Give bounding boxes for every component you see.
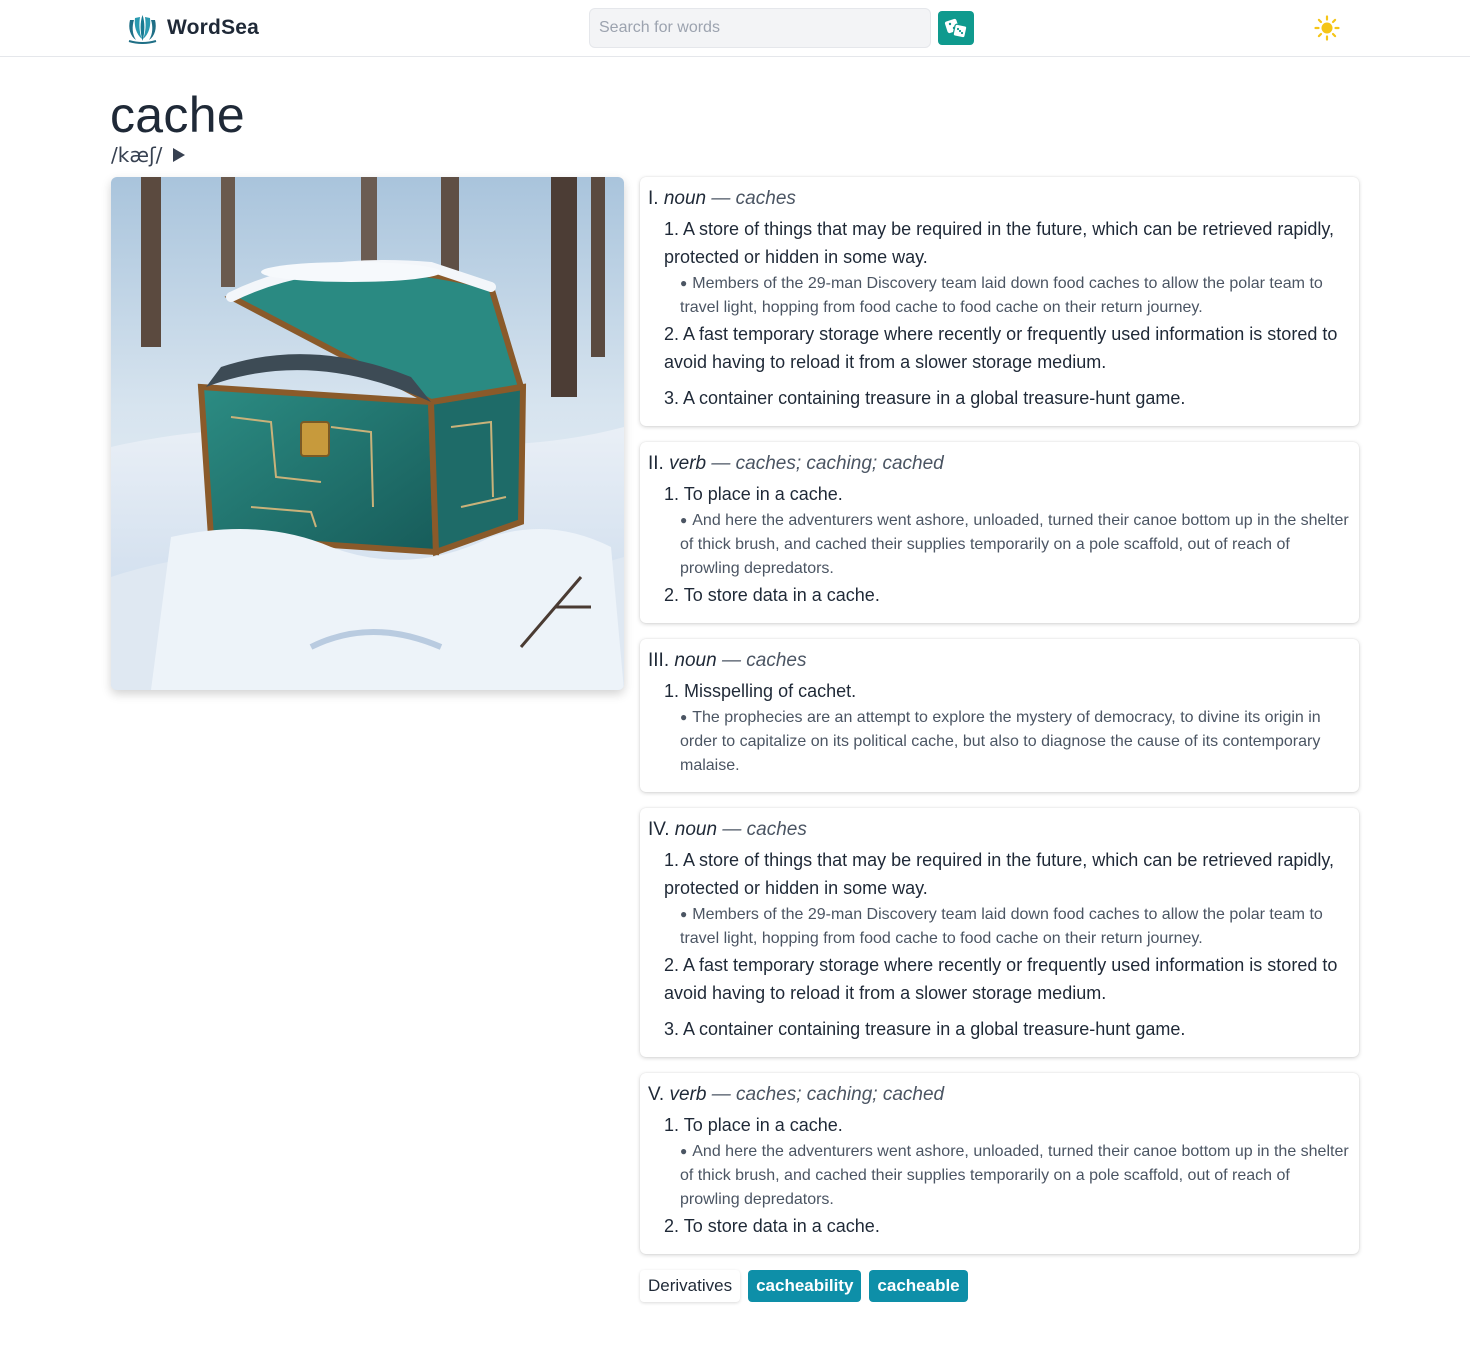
sense-item: 1. To place in a cache. xyxy=(648,1111,1349,1139)
usage-example: ● And here the adventurers went ashore, u… xyxy=(680,512,1349,577)
sense-text: A container containing treasure in a glo… xyxy=(683,1019,1186,1039)
definition-numeral: III. xyxy=(648,650,670,671)
part-of-speech-heading: III. noun — caches xyxy=(648,649,1349,673)
inflected-forms: — caches; caching; cached xyxy=(711,453,944,474)
part-of-speech-heading: I. noun — caches xyxy=(648,187,1349,211)
word-illustration xyxy=(111,177,624,690)
usage-example: ● Members of the 29-man Discovery team la… xyxy=(680,906,1323,947)
part-of-speech-heading: V. verb — caches; caching; cached xyxy=(648,1083,1349,1107)
part-of-speech: noun xyxy=(674,650,717,671)
sense-item: 2. A fast temporary storage where recent… xyxy=(648,320,1349,376)
sense-text: A store of things that may be required i… xyxy=(664,219,1335,267)
word-title: cache xyxy=(110,87,245,143)
sense-text: To store data in a cache. xyxy=(683,1216,880,1236)
sense-number: 2. xyxy=(664,1216,680,1236)
logo-link[interactable]: WordSea xyxy=(126,12,259,44)
sense-item: 1. A store of things that may be require… xyxy=(648,846,1349,902)
random-word-button[interactable] xyxy=(938,11,974,45)
sense-number: 1. xyxy=(664,850,680,870)
theme-toggle-button[interactable] xyxy=(1311,12,1343,44)
definition-card: V. verb — caches; caching; cached 1. To … xyxy=(640,1073,1359,1254)
search-input[interactable] xyxy=(589,8,931,48)
usage-example: ● The prophecies are an attempt to explor… xyxy=(680,709,1321,774)
part-of-speech: verb xyxy=(669,1084,707,1105)
derivatives-label: Derivatives xyxy=(640,1270,741,1302)
pronunciation: /kæʃ/ xyxy=(111,143,186,167)
sense-item: 3. A container containing treasure in a … xyxy=(648,384,1349,412)
app-name: WordSea xyxy=(167,16,260,39)
inflected-forms: — caches xyxy=(722,819,807,840)
sense-text: To place in a cache. xyxy=(683,484,843,504)
definitions-list: I. noun — caches 1. A store of things th… xyxy=(640,177,1359,1302)
part-of-speech: noun xyxy=(674,819,718,840)
part-of-speech: noun xyxy=(663,188,707,209)
definition-numeral: V. xyxy=(648,1084,665,1105)
sense-item: 3. A container containing treasure in a … xyxy=(648,1015,1349,1043)
definition-card: III. noun — caches 1. Misspelling of cac… xyxy=(640,639,1359,792)
example-text: Members of the 29-man Discovery team lai… xyxy=(680,275,1323,316)
definition-card: II. verb — caches; caching; cached 1. To… xyxy=(640,442,1359,623)
derivative-link[interactable]: cacheability xyxy=(748,1270,862,1302)
example-text: The prophecies are an attempt to explore… xyxy=(680,709,1321,774)
sense-text: To store data in a cache. xyxy=(683,585,880,605)
example-text: And here the adventurers went ashore, un… xyxy=(680,512,1349,577)
sense-number: 2. xyxy=(664,585,680,605)
sun-icon xyxy=(1314,15,1340,41)
sense-item: 2. To store data in a cache. xyxy=(648,1212,1349,1240)
pronunciation-text: /kæʃ/ xyxy=(111,143,163,167)
definition-numeral: II. xyxy=(648,453,664,474)
sense-item: 1. To place in a cache. xyxy=(648,480,1349,508)
usage-example: ● Members of the 29-man Discovery team la… xyxy=(680,275,1323,316)
usage-example: ● And here the adventurers went ashore, u… xyxy=(680,1143,1349,1208)
sense-text: To place in a cache. xyxy=(683,1115,843,1135)
part-of-speech-heading: IV. noun — caches xyxy=(648,818,1349,842)
sense-number: 1. xyxy=(664,219,680,239)
sense-number: 1. xyxy=(664,484,680,504)
sense-text: A container containing treasure in a glo… xyxy=(683,388,1186,408)
sense-number: 1. xyxy=(664,1115,680,1135)
sense-text: A fast temporary storage where recently … xyxy=(664,324,1338,372)
inflected-forms: — caches xyxy=(711,188,796,209)
sense-number: 3. xyxy=(664,1019,680,1039)
definition-card: IV. noun — caches 1. A store of things t… xyxy=(640,808,1359,1057)
play-icon[interactable] xyxy=(172,147,186,163)
sense-number: 3. xyxy=(664,388,680,408)
definition-card: I. noun — caches 1. A store of things th… xyxy=(640,177,1359,426)
top-navbar: WordSea xyxy=(0,0,1470,57)
derivatives-row: Derivatives cacheability cacheable xyxy=(640,1270,1359,1302)
sense-item: 1. A store of things that may be require… xyxy=(648,215,1349,271)
inflected-forms: — caches; caching; cached xyxy=(711,1084,945,1105)
sense-item: 2. To store data in a cache. xyxy=(648,581,1349,609)
sense-number: 1. xyxy=(664,681,680,701)
sense-text: A fast temporary storage where recently … xyxy=(664,955,1338,1003)
wave-logo-icon xyxy=(128,15,157,44)
sense-number: 2. xyxy=(664,324,680,344)
sense-item: 2. A fast temporary storage where recent… xyxy=(648,951,1349,1007)
derivative-link[interactable]: cacheable xyxy=(869,1270,968,1302)
sense-number: 2. xyxy=(664,955,680,975)
sense-text: Misspelling of cachet. xyxy=(684,681,857,701)
sense-text: A store of things that may be required i… xyxy=(664,850,1335,898)
inflected-forms: — caches xyxy=(721,650,807,671)
part-of-speech-heading: II. verb — caches; caching; cached xyxy=(648,452,1349,476)
dice-icon xyxy=(944,18,968,39)
definition-numeral: I. xyxy=(648,188,659,209)
definition-numeral: IV. xyxy=(648,819,670,840)
sense-item: 1. Misspelling of cachet. xyxy=(648,677,1349,705)
example-text: Members of the 29-man Discovery team lai… xyxy=(680,906,1323,947)
part-of-speech: verb xyxy=(669,453,707,474)
example-text: And here the adventurers went ashore, un… xyxy=(680,1143,1349,1208)
